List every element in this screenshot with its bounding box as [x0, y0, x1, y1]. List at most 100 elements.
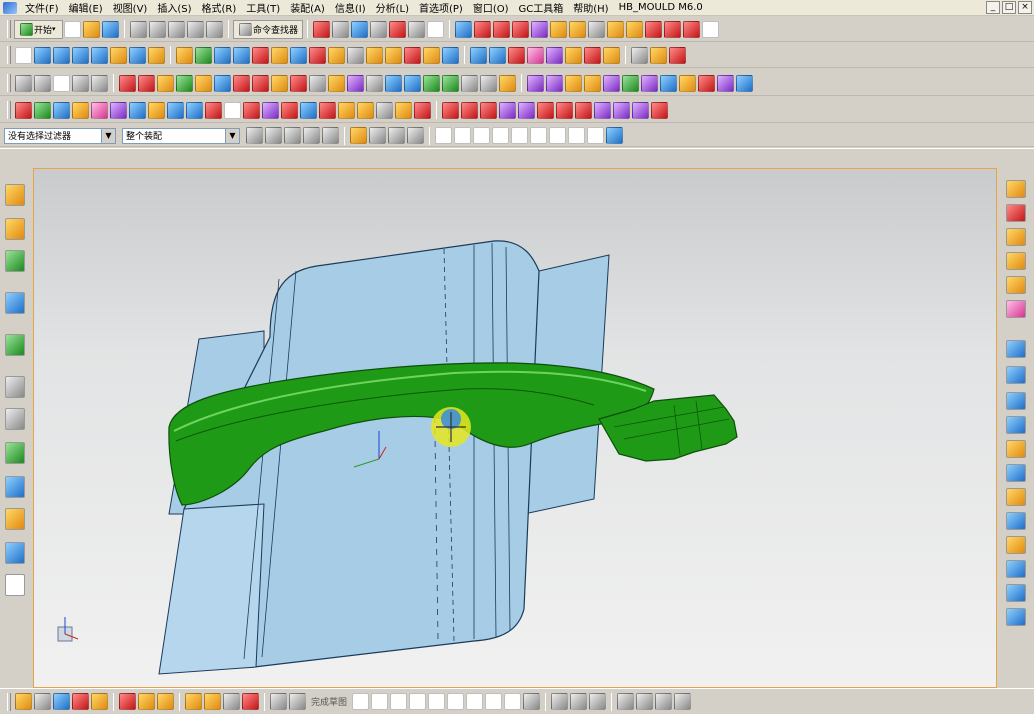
polygon-draw-icon[interactable]: [485, 693, 503, 710]
factory-icon[interactable]: [72, 101, 89, 119]
arc-center-icon[interactable]: [492, 127, 509, 144]
existing-point-icon[interactable]: [549, 127, 566, 144]
bom-icon[interactable]: [1006, 536, 1026, 554]
sketch-task-icon[interactable]: [15, 693, 32, 710]
copy-icon[interactable]: [149, 20, 167, 38]
grid-tool-icon[interactable]: [270, 693, 287, 710]
isoparam-icon[interactable]: [622, 74, 639, 92]
profile-icon[interactable]: [91, 693, 108, 710]
clock-icon[interactable]: [461, 74, 478, 92]
swept-icon[interactable]: [489, 46, 506, 64]
open-icon[interactable]: [83, 20, 101, 38]
reattach-icon[interactable]: [53, 693, 70, 710]
delete-face-icon[interactable]: [650, 46, 667, 64]
undo-icon[interactable]: [187, 20, 205, 38]
convert-icon[interactable]: [674, 693, 692, 710]
finish-sketch-icon[interactable]: [289, 693, 306, 710]
menu-format[interactable]: 格式(R): [197, 0, 242, 15]
csys-icon[interactable]: [474, 20, 492, 38]
grid-snap-icon[interactable]: [388, 127, 405, 144]
runner-icon[interactable]: [1006, 464, 1026, 482]
text-icon[interactable]: [702, 20, 720, 38]
pin-icon[interactable]: [1006, 366, 1026, 384]
circle-draw-icon[interactable]: [409, 693, 427, 710]
auto-constrain-icon[interactable]: [157, 693, 174, 710]
workpiece-icon[interactable]: [157, 74, 174, 92]
cavity-icon[interactable]: [1006, 252, 1026, 270]
sketch-plane-icon[interactable]: [15, 46, 32, 64]
lifter-icon[interactable]: [1006, 416, 1026, 434]
point-icon[interactable]: [550, 20, 568, 38]
block-icon[interactable]: [1006, 228, 1026, 246]
lightning-icon[interactable]: [281, 101, 298, 119]
command-finder-button[interactable]: 命令查找器: [233, 19, 304, 39]
wrap-icon[interactable]: [660, 74, 677, 92]
stop-icon[interactable]: [651, 101, 668, 119]
hide-icon[interactable]: [408, 20, 426, 38]
datum-plane-icon[interactable]: [512, 20, 530, 38]
line-icon[interactable]: [645, 20, 663, 38]
solid-view-icon[interactable]: [423, 74, 440, 92]
electrode-icon[interactable]: [1006, 512, 1026, 530]
reflect-icon[interactable]: [736, 74, 753, 92]
graphics-window[interactable]: [33, 168, 997, 688]
control-point-icon[interactable]: [473, 127, 490, 144]
slide-icon[interactable]: [1006, 392, 1026, 410]
ejector-icon[interactable]: [1006, 340, 1026, 358]
check-region-icon[interactable]: [214, 74, 231, 92]
thicken-icon[interactable]: [366, 46, 383, 64]
gate-icon[interactable]: [1006, 440, 1026, 458]
web-browser-icon[interactable]: [5, 292, 25, 314]
brush-icon[interactable]: [204, 693, 221, 710]
shaded-icon[interactable]: [370, 20, 388, 38]
delete-icon[interactable]: [319, 101, 336, 119]
profile-tool-icon[interactable]: [352, 693, 370, 710]
fan-icon[interactable]: [300, 101, 317, 119]
chamfer-icon[interactable]: [290, 46, 307, 64]
grid-icon[interactable]: [385, 74, 402, 92]
toolbar-grip[interactable]: [7, 20, 11, 38]
palettes-icon[interactable]: [5, 476, 25, 498]
rotate-icon[interactable]: [332, 20, 350, 38]
eraser-icon[interactable]: [395, 101, 412, 119]
mold-tool-icon[interactable]: [1006, 204, 1026, 222]
measure-icon[interactable]: [569, 20, 587, 38]
spline-icon[interactable]: [683, 20, 701, 38]
note-icon[interactable]: [626, 20, 644, 38]
draw-icon[interactable]: [537, 101, 554, 119]
sketch-finish-icon[interactable]: [185, 693, 202, 710]
n-sided-icon[interactable]: [546, 46, 563, 64]
general-select-icon[interactable]: [246, 127, 263, 144]
sketch-icon[interactable]: [531, 20, 549, 38]
mirror-icon[interactable]: [404, 46, 421, 64]
quadrant-icon[interactable]: [530, 127, 547, 144]
menu-tools[interactable]: 工具(T): [241, 0, 285, 15]
boss-icon[interactable]: [148, 46, 165, 64]
pen-icon[interactable]: [556, 101, 573, 119]
new-icon[interactable]: [64, 20, 82, 38]
back-icon[interactable]: [480, 74, 497, 92]
select-mode-icon[interactable]: [265, 127, 282, 144]
reuse-library-icon[interactable]: [5, 250, 25, 272]
document-icon[interactable]: [5, 542, 25, 564]
through-curves-icon[interactable]: [470, 46, 487, 64]
copy-tool-icon[interactable]: [594, 101, 611, 119]
replace-face-icon[interactable]: [669, 46, 686, 64]
shrinkage-icon[interactable]: [138, 74, 155, 92]
arc-draw-icon[interactable]: [390, 693, 408, 710]
arc-icon[interactable]: [664, 20, 682, 38]
start-button[interactable]: 开始 ▾: [14, 19, 64, 39]
folder-icon[interactable]: [338, 101, 355, 119]
parting-surface-icon[interactable]: [290, 74, 307, 92]
roles-icon[interactable]: [5, 408, 25, 430]
polygon-icon[interactable]: [499, 101, 516, 119]
mold-base-icon[interactable]: [328, 74, 345, 92]
point-on-curve-icon[interactable]: [568, 127, 585, 144]
select-faces-icon[interactable]: [303, 127, 320, 144]
subtract-icon[interactable]: [195, 46, 212, 64]
trim-draw-icon[interactable]: [523, 693, 541, 710]
project-curve-icon[interactable]: [584, 74, 601, 92]
standard-part-icon[interactable]: [347, 74, 364, 92]
show-constraints-icon[interactable]: [636, 693, 654, 710]
select-edges-icon[interactable]: [322, 127, 339, 144]
